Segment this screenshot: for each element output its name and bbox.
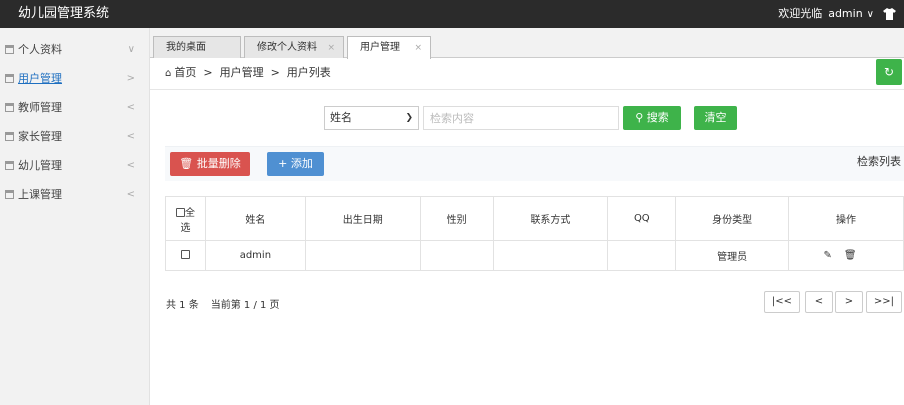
- refresh-icon: ↻: [883, 65, 895, 79]
- breadcrumb: ⌂ 首页 > 用户管理 > 用户列表: [165, 64, 331, 82]
- breadcrumb-level1[interactable]: 用户管理: [220, 66, 264, 79]
- chevron-left-icon: <: [126, 131, 135, 142]
- chevron-left-icon: <: [126, 102, 135, 113]
- row-select-cell: [165, 240, 206, 271]
- tab-desktop[interactable]: 我的桌面: [153, 36, 241, 58]
- menu-icon: [5, 74, 14, 83]
- add-button[interactable]: + 添加: [267, 152, 324, 176]
- select-all-checkbox[interactable]: [175, 207, 185, 217]
- column-header: 性别: [419, 196, 494, 241]
- current-page: 当前第 1 / 1 页: [210, 300, 280, 311]
- pagination-info: 共 1 条当前第 1 / 1 页: [166, 296, 280, 311]
- menu-icon: [5, 132, 14, 141]
- trash-icon[interactable]: 🗑: [844, 250, 869, 261]
- top-bar: 幼儿园管理系统 欢迎光临 admin ∨: [0, 0, 904, 28]
- cell-name: admin: [204, 240, 306, 271]
- table-row: admin 管理员 ✎🗑: [165, 240, 904, 271]
- sidebar-item-label: 上课管理: [18, 188, 62, 201]
- prev-page-button[interactable]: <: [805, 291, 833, 313]
- add-label: 添加: [290, 157, 313, 170]
- sidebar-item-label: 家长管理: [18, 130, 62, 143]
- sidebar-item-teachers[interactable]: 教师管理 <: [0, 93, 149, 122]
- select-all-header[interactable]: 全 选: [165, 196, 206, 241]
- menu-icon: [5, 103, 14, 112]
- first-page-button[interactable]: |<<: [764, 291, 800, 313]
- cell-actions: ✎🗑: [788, 240, 904, 271]
- column-header: 联系方式: [492, 196, 609, 241]
- next-page-button[interactable]: >: [835, 291, 863, 313]
- clear-button[interactable]: 清空: [694, 106, 737, 130]
- breadcrumb-level2: 用户列表: [286, 66, 331, 79]
- search-field-select[interactable]: 姓名 ❯: [324, 106, 419, 130]
- chevron-right-icon: >: [126, 73, 135, 84]
- action-bar: 🗑 批量删除 + 添加 检索列表: [165, 146, 904, 181]
- sidebar-item-users[interactable]: 用户管理 >: [0, 64, 149, 93]
- sidebar-item-label: 用户管理: [18, 72, 62, 85]
- menu-icon: [5, 45, 14, 54]
- welcome-text: 欢迎光临: [778, 7, 823, 20]
- edit-icon[interactable]: ✎: [824, 250, 844, 261]
- sidebar-item-label: 教师管理: [18, 101, 62, 114]
- sidebar-item-children[interactable]: 幼儿管理 <: [0, 151, 149, 180]
- row-checkbox[interactable]: [180, 250, 190, 259]
- sidebar: 个人资料 ∨ 用户管理 > 教师管理 < 家长管理 < 幼儿管理 < 上课管理 …: [0, 28, 150, 405]
- sidebar-item-label: 幼儿管理: [18, 159, 62, 172]
- tab-label: 用户管理: [360, 42, 400, 53]
- search-list-label: 检索列表: [857, 155, 901, 168]
- tab-edit-profile[interactable]: 修改个人资料 ×: [244, 36, 344, 58]
- cell-birth: [304, 240, 421, 271]
- user-menu[interactable]: 欢迎光临 admin ∨: [778, 0, 874, 28]
- tab-bar: 我的桌面 修改个人资料 × 用户管理 ×: [150, 28, 904, 59]
- cell-gender: [419, 240, 494, 271]
- menu-icon: [5, 190, 14, 199]
- select-all-label: 全: [184, 207, 195, 219]
- search-field-value: 姓名: [330, 111, 352, 124]
- tab-label: 我的桌面: [166, 42, 206, 53]
- search-icon: ⚲: [635, 111, 644, 124]
- chevron-down-icon: ❯: [405, 113, 413, 123]
- sidebar-item-label: 个人资料: [18, 43, 62, 56]
- tab-label: 修改个人资料: [257, 42, 317, 53]
- sidebar-item-parents[interactable]: 家长管理 <: [0, 122, 149, 151]
- select-all-label: 选: [180, 222, 191, 234]
- chevron-down-icon: ∨: [127, 44, 135, 55]
- batch-delete-label: 批量删除: [196, 157, 241, 170]
- search-button[interactable]: ⚲ 搜索: [623, 106, 681, 130]
- last-page-button[interactable]: >>|: [866, 291, 902, 313]
- batch-delete-button[interactable]: 🗑 批量删除: [170, 152, 250, 176]
- chevron-down-icon: ∨: [866, 9, 874, 20]
- column-header: 出生日期: [304, 196, 421, 241]
- table-header-row: 全 选 姓名 出生日期 性别 联系方式 QQ 身份类型 操作: [165, 196, 904, 241]
- sidebar-item-classes[interactable]: 上课管理 <: [0, 180, 149, 209]
- breadcrumb-separator: >: [270, 66, 280, 79]
- column-header: 身份类型: [675, 196, 790, 241]
- user-table: 全 选 姓名 出生日期 性别 联系方式 QQ 身份类型 操作 admin 管理员…: [165, 196, 904, 271]
- breadcrumb-home[interactable]: 首页: [174, 66, 196, 79]
- column-header: 操作: [788, 196, 904, 241]
- username: admin: [828, 7, 863, 20]
- breadcrumb-separator: >: [203, 66, 213, 79]
- app-title: 幼儿园管理系统: [18, 6, 110, 21]
- menu-icon: [5, 161, 14, 170]
- home-icon: ⌂: [165, 68, 172, 79]
- tab-user-management[interactable]: 用户管理 ×: [347, 36, 431, 59]
- column-header: 姓名: [204, 196, 306, 241]
- sidebar-item-profile[interactable]: 个人资料 ∨: [0, 35, 149, 64]
- cell-contact: [492, 240, 609, 271]
- shirt-icon[interactable]: [883, 8, 896, 20]
- trash-icon: 🗑: [179, 157, 194, 170]
- chevron-left-icon: <: [126, 189, 135, 200]
- cell-role: 管理员: [675, 240, 790, 271]
- refresh-button[interactable]: ↻: [876, 59, 902, 85]
- close-icon[interactable]: ×: [327, 37, 335, 59]
- column-header: QQ: [607, 196, 677, 241]
- plus-icon: +: [278, 157, 288, 170]
- cell-qq: [607, 240, 677, 271]
- close-icon[interactable]: ×: [414, 37, 422, 59]
- chevron-left-icon: <: [126, 160, 135, 171]
- total-count: 共 1 条: [166, 300, 199, 311]
- search-button-label: 搜索: [646, 111, 669, 124]
- search-input[interactable]: [423, 106, 619, 130]
- divider: [150, 89, 904, 90]
